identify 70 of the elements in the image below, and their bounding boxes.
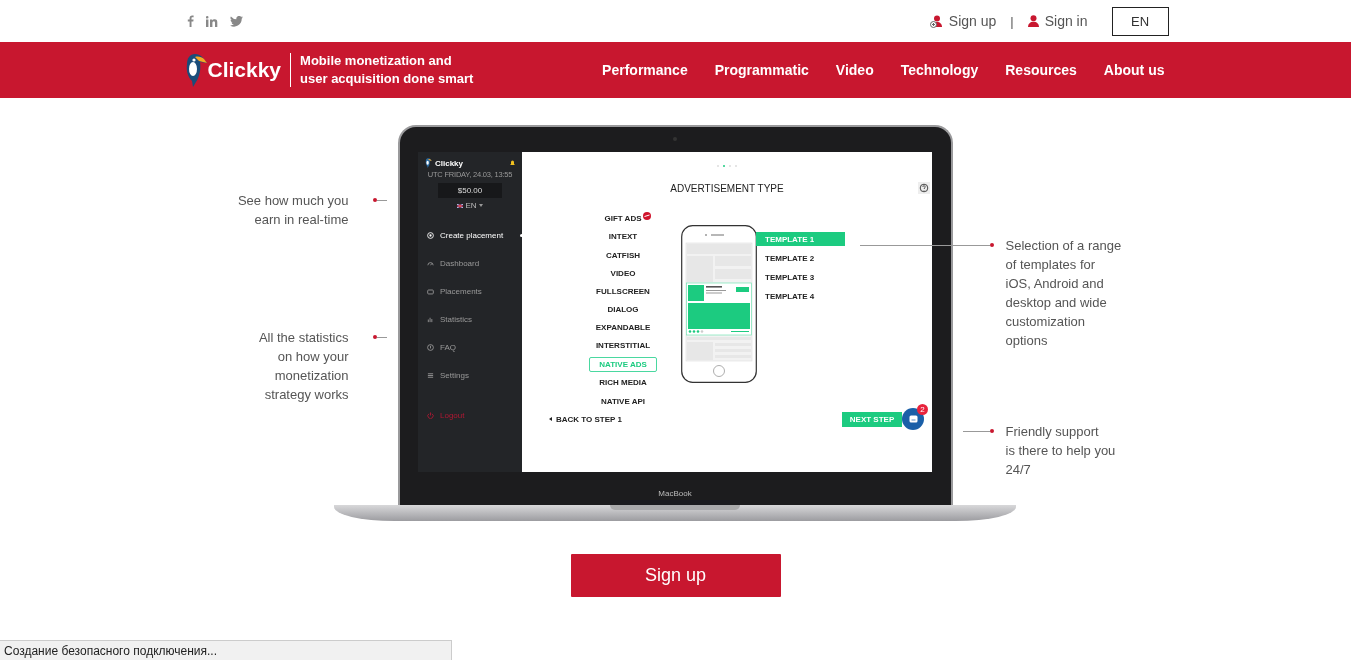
twitter-icon[interactable]: [229, 15, 243, 27]
ad-type-option[interactable]: INTEXT: [608, 230, 638, 244]
template-option[interactable]: TEMPLATE 4: [756, 289, 845, 303]
help-icon[interactable]: [918, 182, 930, 194]
leader-line: [376, 199, 387, 201]
annotation-text: Selection of a range of templates for iOS, Android and desktop and wide customization options: [1005, 237, 1122, 350]
caret-icon: [478, 204, 483, 207]
template-option[interactable]: TEMPLATE 3: [756, 270, 845, 284]
power-icon: [427, 412, 434, 419]
chat-icon: [908, 415, 918, 423]
briefcase-icon: [427, 288, 434, 295]
status-bar: Создание безопасного подключения...: [0, 640, 452, 660]
user-add-icon: [929, 14, 943, 28]
bar-chart-icon: [427, 316, 434, 323]
nav-link[interactable]: Programmatic: [714, 62, 809, 78]
bell-icon[interactable]: [510, 160, 515, 166]
sidebar-item[interactable]: Dashboard: [418, 258, 522, 269]
sign-up-link[interactable]: Sign up: [948, 13, 997, 29]
nav-link[interactable]: About us: [1103, 62, 1165, 78]
toucan-logo-icon: [425, 158, 432, 168]
leader-line: [376, 336, 387, 338]
annotation-dot: [372, 335, 377, 339]
back-link[interactable]: BACK TO STEP 1: [556, 414, 622, 424]
nav-link[interactable]: Technology: [900, 62, 979, 78]
balance-display: $50.00: [438, 183, 502, 198]
leader-line: [962, 430, 990, 432]
ad-type-option[interactable]: NATIVE API: [601, 394, 645, 408]
annotation-dot: [372, 198, 377, 202]
ad-type-option[interactable]: FULLSCREEN: [596, 284, 650, 298]
sidebar-item[interactable]: FAQ: [418, 342, 522, 353]
annotation-text: See how much you earn in real-time: [237, 192, 349, 229]
notification-badge: 2: [917, 404, 928, 415]
user-icon: [1027, 15, 1039, 27]
sign-up-button[interactable]: Sign up: [570, 554, 781, 597]
logo-wordmark[interactable]: Clickky: [207, 58, 282, 82]
annotation-text: All the statistics on how your monetization strategy works: [258, 329, 349, 404]
annotation-dot: [989, 429, 994, 433]
back-arrow-icon: [549, 417, 552, 421]
annotation-text: Friendly support is there to help you 24/7: [1005, 423, 1116, 479]
sidebar-item[interactable]: Create placement: [418, 230, 522, 241]
language-selector[interactable]: EN: [465, 201, 477, 210]
target-icon: [427, 232, 434, 239]
sidebar-item[interactable]: Statistics: [418, 314, 522, 325]
laptop-label: MacBook: [658, 489, 692, 498]
ad-type-option[interactable]: VIDEO: [610, 266, 636, 280]
linkedin-icon[interactable]: [205, 15, 218, 27]
ad-type-option[interactable]: EXPANDABLE: [595, 320, 651, 334]
ad-type-option[interactable]: CATFISH: [605, 248, 641, 262]
template-option[interactable]: TEMPLATE 2: [756, 251, 845, 265]
screen-title: ADVERTISEMENT TYPE: [670, 182, 784, 194]
ad-type-option[interactable]: RICH MEDIA: [599, 376, 647, 390]
toucan-logo-icon[interactable]: [184, 53, 207, 87]
nav-link[interactable]: Resources: [1005, 62, 1077, 78]
nav-link[interactable]: Video: [835, 62, 874, 78]
nav-link[interactable]: Performance: [602, 62, 688, 78]
sign-in-link[interactable]: Sign in: [1044, 13, 1088, 29]
ad-type-option[interactable]: GIFT ADS: [604, 212, 642, 226]
ad-type-option[interactable]: INTERSTITIAL: [595, 339, 651, 353]
sidebar-item[interactable]: Placements: [418, 286, 522, 297]
language-button[interactable]: EN: [1111, 6, 1169, 36]
separator: |: [1010, 13, 1014, 29]
facebook-icon[interactable]: [186, 15, 194, 27]
app-logo: Clickky: [435, 158, 464, 168]
flag-icon: [457, 203, 464, 208]
tagline: Mobile monetization and user acquisition done smart: [300, 52, 474, 88]
sidebar-item[interactable]: Settings: [418, 370, 522, 381]
ad-type-option[interactable]: DIALOG: [607, 302, 639, 316]
list-icon: [427, 372, 434, 379]
gauge-icon: [427, 260, 434, 267]
annotation-dot: [989, 243, 994, 247]
